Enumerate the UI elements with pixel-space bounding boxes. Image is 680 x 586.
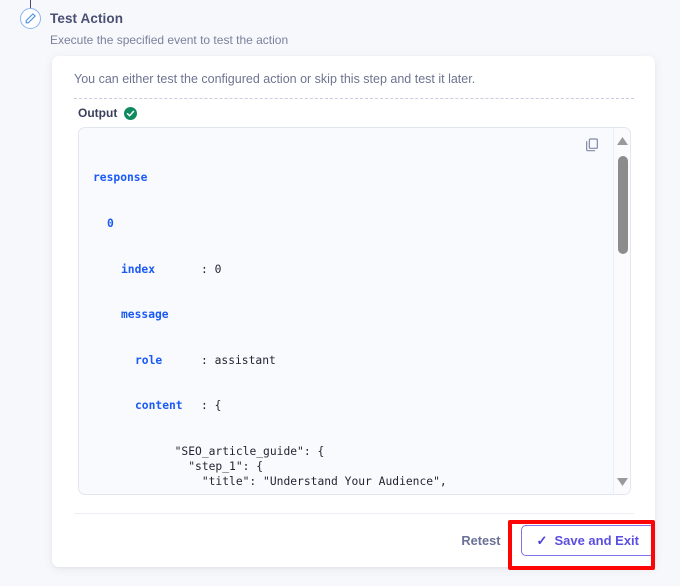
check-icon: ✓	[536, 533, 548, 548]
code-key: message	[121, 308, 169, 322]
output-code-content: response 0 index : 0 message role : assist…	[79, 140, 607, 492]
code-tree-row: content : {	[93, 398, 607, 413]
scrollbar-thumb[interactable]	[617, 156, 628, 254]
card-footer: Retest ✓ Save and Exit	[52, 514, 655, 567]
code-key: content	[135, 399, 183, 413]
save-and-exit-button[interactable]: ✓ Save and Exit	[520, 525, 655, 556]
code-scrollbar[interactable]	[613, 128, 630, 494]
code-key: 0	[107, 217, 114, 231]
save-and-exit-label: Save and Exit	[554, 533, 639, 548]
pencil-edit-icon	[20, 8, 41, 29]
triangle-up-icon[interactable]	[614, 132, 630, 149]
code-tree-row: response	[93, 170, 607, 185]
code-value: : {	[201, 399, 222, 413]
code-key: response	[93, 171, 148, 185]
output-label: Output	[78, 106, 118, 120]
retest-button[interactable]: Retest	[455, 532, 506, 549]
code-key: role	[135, 353, 163, 367]
step-header: Test Action Execute the specified event …	[50, 10, 610, 49]
code-tree-row: 0	[93, 216, 607, 231]
card-hint-text: You can either test the configured actio…	[74, 72, 476, 86]
code-value: : 0	[201, 262, 222, 276]
code-key: index	[121, 262, 156, 276]
output-code-panel: response 0 index : 0 message role : assist…	[78, 127, 631, 495]
code-tree-row: index : 0	[93, 262, 607, 277]
page-title: Test Action	[50, 11, 124, 26]
triangle-down-icon[interactable]	[614, 473, 630, 490]
code-tree-row: message	[93, 307, 607, 322]
page-subtitle: Execute the specified event to test the …	[50, 33, 289, 47]
check-circle-icon	[124, 106, 138, 120]
dashed-divider	[74, 98, 634, 99]
output-header: Output	[78, 106, 138, 120]
code-json-body: "SEO_article_guide": { "step_1": { "titl…	[174, 445, 597, 492]
code-value: : assistant	[201, 353, 276, 367]
test-action-card: You can either test the configured actio…	[52, 56, 655, 567]
code-tree-row: role : assistant	[93, 353, 607, 368]
